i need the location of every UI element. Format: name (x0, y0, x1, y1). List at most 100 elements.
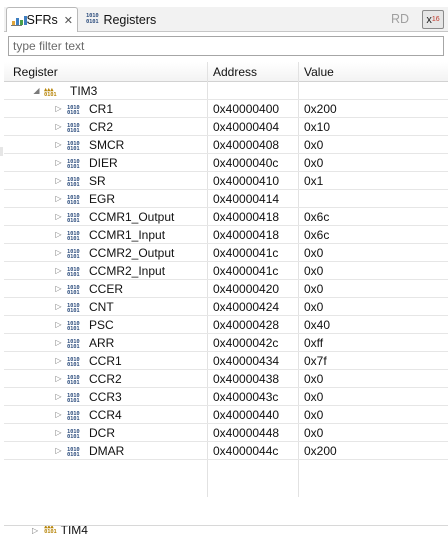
column-header-value[interactable]: Value (304, 62, 334, 82)
register-address: 0x40000404 (213, 119, 279, 135)
register-name: CCER (89, 281, 123, 297)
register-name: CR1 (89, 101, 113, 117)
register-row[interactable]: ▷10100101CCMR2_Input0x4000041c0x0 (4, 262, 448, 280)
register-name: DMAR (89, 443, 124, 459)
register-row[interactable]: ▷10100101CCMR1_Input0x400004180x6c (4, 226, 448, 244)
collapsed-arrow-icon[interactable]: ▷ (32, 526, 38, 534)
register-row[interactable]: ▷10100101PSC0x400004280x40 (4, 316, 448, 334)
register-name: CCR1 (89, 353, 122, 369)
register-row[interactable]: ▷10100101CCR30x4000043c0x0 (4, 388, 448, 406)
register-bits-icon: 10100101 (67, 103, 79, 117)
expanded-arrow-icon[interactable]: ◢ (32, 85, 41, 96)
tab-registers-label: Registers (103, 13, 156, 27)
collapsed-arrow-icon[interactable]: ▷ (54, 283, 63, 294)
register-value: 0x0 (304, 407, 323, 423)
register-row[interactable]: ▷10100101CR10x400004000x200 (4, 100, 448, 118)
collapsed-arrow-icon[interactable]: ▷ (54, 121, 63, 132)
register-value: 0x0 (304, 155, 323, 171)
register-row[interactable]: ▷10100101CR20x400004040x10 (4, 118, 448, 136)
collapsed-arrow-icon[interactable]: ▷ (54, 409, 63, 420)
column-header-address[interactable]: Address (213, 62, 257, 82)
register-bits-icon: 10100101 (67, 175, 79, 189)
register-bits-icon: 10100101 (67, 337, 79, 351)
register-row[interactable]: ▷10100101CCMR2_Output0x4000041c0x0 (4, 244, 448, 262)
peripheral-group-icon: ▲▲▲0101 (44, 85, 56, 99)
sfr-chart-icon (11, 14, 22, 26)
register-address: 0x40000414 (213, 191, 279, 207)
register-name: CCMR2_Output (89, 245, 174, 261)
register-row[interactable]: ▷ 10100101 CCER 0x40000420 0x0 (4, 280, 448, 298)
register-bits-icon: 10100101 (67, 247, 79, 261)
register-address: 0x4000040c (213, 155, 278, 171)
register-value: 0x6c (304, 227, 329, 243)
collapsed-arrow-icon[interactable]: ▷ (54, 445, 63, 456)
collapsed-arrow-icon[interactable]: ▷ (54, 157, 63, 168)
register-bits-icon: 10100101 (67, 283, 79, 297)
register-bits-icon: 10100101 (67, 355, 79, 369)
register-name: EGR (89, 191, 115, 207)
collapsed-arrow-icon[interactable]: ▷ (54, 193, 63, 204)
peripheral-group-icon: ▲▲▲0101 (44, 525, 56, 534)
register-row[interactable]: ▷10100101CCR10x400004340x7f (4, 352, 448, 370)
register-name: DCR (89, 425, 115, 441)
collapsed-arrow-icon[interactable]: ▷ (54, 139, 63, 150)
register-address: 0x40000420 (213, 281, 279, 297)
register-row[interactable]: ▷10100101SMCR0x400004080x0 (4, 136, 448, 154)
group-name: TIM3 (70, 83, 97, 99)
register-row[interactable]: ▷10100101CCR40x400004400x0 (4, 406, 448, 424)
column-header-register[interactable]: Register (13, 62, 58, 82)
register-row[interactable]: ▷10100101CNT0x400004240x0 (4, 298, 448, 316)
tab-registers[interactable]: 10100101 Registers (82, 7, 172, 32)
register-bits-icon: 10100101 (86, 14, 98, 25)
register-name: CCR4 (89, 407, 122, 423)
read-button[interactable]: RD (391, 12, 409, 26)
close-icon[interactable]: ✕ (64, 14, 73, 27)
collapsed-arrow-icon[interactable]: ▷ (54, 211, 63, 222)
collapsed-arrow-icon[interactable]: ▷ (54, 355, 63, 366)
register-name: ARR (89, 335, 114, 351)
collapsed-arrow-icon[interactable]: ▷ (54, 337, 63, 348)
register-row[interactable]: ▷10100101CCMR1_Output0x400004180x6c (4, 208, 448, 226)
register-bits-icon: 10100101 (67, 211, 79, 225)
register-name: CCR2 (89, 371, 122, 387)
register-name: SR (89, 173, 106, 189)
register-row[interactable]: ▷10100101EGR0x40000414 (4, 190, 448, 208)
register-row[interactable]: ▷10100101SR0x400004100x1 (4, 172, 448, 190)
sfr-table: Register Address Value ◢ ▲▲▲0101 TIM3 ▷1… (4, 62, 448, 497)
tab-sfrs[interactable]: SFRs ✕ (6, 7, 78, 32)
collapsed-arrow-icon[interactable]: ▷ (54, 301, 63, 312)
collapsed-arrow-icon[interactable]: ▷ (54, 391, 63, 402)
register-row[interactable]: ▷10100101DCR0x400004480x0 (4, 424, 448, 442)
register-row[interactable]: ▷10100101ARR0x4000042c0xff (4, 334, 448, 352)
collapsed-arrow-icon[interactable]: ▷ (54, 247, 63, 258)
gutter-marker (0, 147, 3, 156)
tree-group-row-next[interactable]: ▷ ▲▲▲0101 TIM4 (4, 525, 448, 534)
register-bits-icon: 10100101 (67, 391, 79, 405)
register-bits-icon: 10100101 (67, 157, 79, 171)
collapsed-arrow-icon[interactable]: ▷ (54, 175, 63, 186)
register-row[interactable]: ▷10100101CCR20x400004380x0 (4, 370, 448, 388)
collapsed-arrow-icon[interactable]: ▷ (54, 103, 63, 114)
register-address: 0x40000424 (213, 299, 279, 315)
register-value: 0x10 (304, 119, 330, 135)
register-row[interactable]: ▷10100101DMAR0x4000044c0x200 (4, 442, 448, 460)
register-bits-icon: 10100101 (67, 121, 79, 135)
hex-format-toggle[interactable]: x16 (422, 10, 444, 29)
register-value: 0x0 (304, 389, 323, 405)
collapsed-arrow-icon[interactable]: ▷ (54, 265, 63, 276)
register-value: 0x40 (304, 317, 330, 333)
register-value: 0x0 (304, 281, 323, 297)
register-bits-icon: 10100101 (67, 139, 79, 153)
register-bits-icon: 10100101 (67, 445, 79, 459)
filter-input[interactable] (8, 36, 444, 56)
register-value: 0x0 (304, 245, 323, 261)
collapsed-arrow-icon[interactable]: ▷ (54, 427, 63, 438)
collapsed-arrow-icon[interactable]: ▷ (54, 319, 63, 330)
register-row[interactable]: ▷10100101DIER0x4000040c0x0 (4, 154, 448, 172)
collapsed-arrow-icon[interactable]: ▷ (54, 229, 63, 240)
register-value: 0x0 (304, 299, 323, 315)
collapsed-arrow-icon[interactable]: ▷ (54, 373, 63, 384)
tab-sfrs-label: SFRs (27, 13, 58, 27)
register-bits-icon: 10100101 (67, 373, 79, 387)
tree-group-row[interactable]: ◢ ▲▲▲0101 TIM3 (4, 82, 448, 100)
